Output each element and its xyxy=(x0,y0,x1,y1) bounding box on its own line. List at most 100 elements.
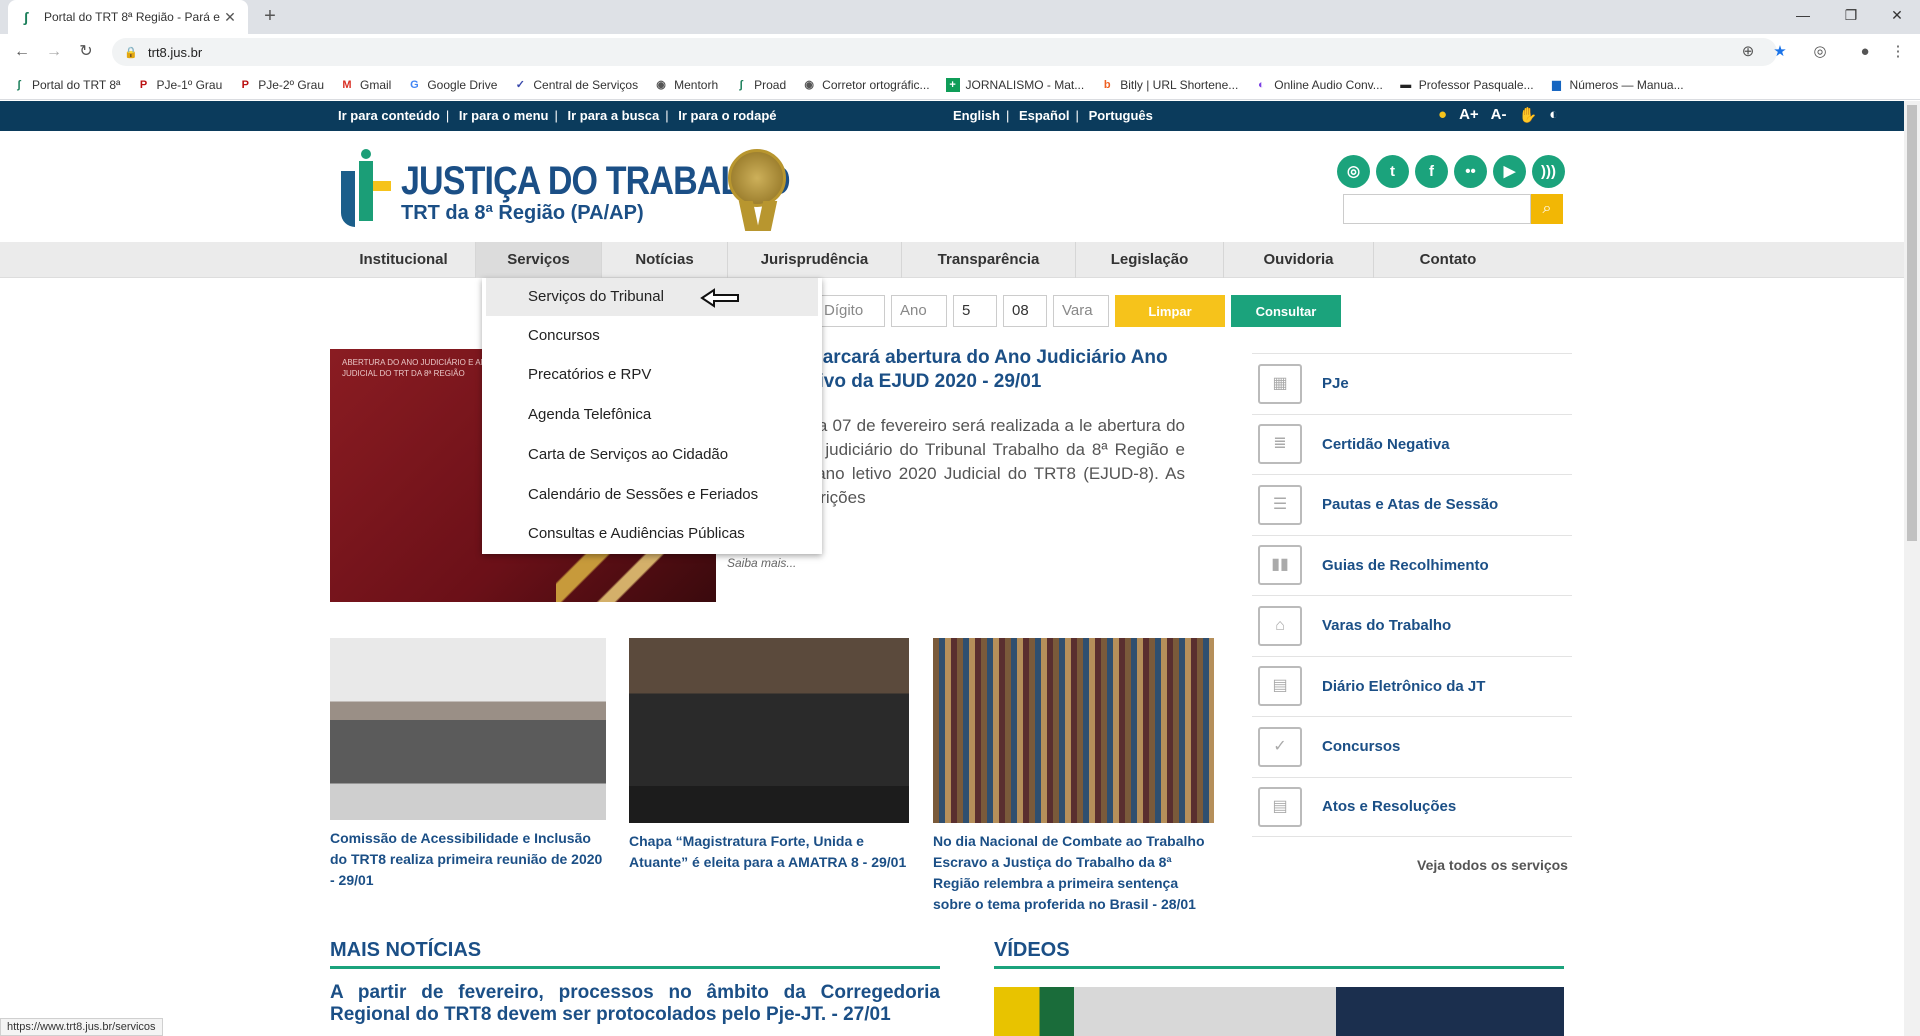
reload-icon[interactable]: ↻ xyxy=(74,40,98,64)
site-search: ⌕ xyxy=(1343,194,1563,224)
close-tab-icon[interactable]: ✕ xyxy=(222,9,238,26)
bookmark-item[interactable]: ✓ Central de Serviços xyxy=(513,78,638,92)
site-search-input[interactable] xyxy=(1343,194,1531,224)
quality-seal-icon xyxy=(728,149,788,235)
document-icon: ▤ xyxy=(1258,786,1302,827)
clear-button[interactable]: Limpar xyxy=(1115,295,1225,327)
globe-icon: ◉ xyxy=(656,78,666,91)
bookmark-item[interactable]: ▆ Números — Manua... xyxy=(1550,78,1683,92)
trt-icon: ʃ xyxy=(17,78,21,91)
scrollbar-thumb[interactable] xyxy=(1907,105,1917,541)
restore-icon[interactable]: ❐ xyxy=(1828,0,1874,30)
skip-to-menu-link[interactable]: Ir para o menu xyxy=(459,108,549,123)
back-icon[interactable]: ← xyxy=(10,40,34,64)
dropdown-concursos[interactable]: Concursos xyxy=(482,317,822,355)
dropdown-carta-servicos[interactable]: Carta de Serviços ao Cidadão xyxy=(482,436,822,474)
nav-legislacao[interactable]: Legislação xyxy=(1076,242,1224,278)
font-increase-button[interactable]: A+ xyxy=(1459,106,1479,124)
font-decrease-button[interactable]: A- xyxy=(1491,106,1507,124)
lang-spanish[interactable]: Español xyxy=(1019,108,1070,123)
facebook-icon[interactable]: f xyxy=(1415,155,1448,188)
browser-tab[interactable]: ʃ Portal do TRT 8ª Região - Pará e ... ✕ xyxy=(8,0,248,34)
nav-jurisprudencia[interactable]: Jurisprudência xyxy=(728,242,902,278)
bookmark-item[interactable]: + JORNALISMO - Mat... xyxy=(945,77,1084,92)
service-item[interactable]: ⌂ Varas do Trabalho xyxy=(1252,595,1572,656)
extension-icon[interactable]: ◎ xyxy=(1808,40,1832,64)
service-item[interactable]: ▤ Diário Eletrônico da JT xyxy=(1252,655,1572,717)
bookmark-item[interactable]: ◐ Online Audio Conv... xyxy=(1254,78,1383,92)
info-icon[interactable]: ● xyxy=(1438,106,1447,124)
nav-servicos[interactable]: Serviços xyxy=(476,242,602,278)
youtube-icon[interactable]: ▶ xyxy=(1493,155,1526,188)
building-icon: ⌂ xyxy=(1258,605,1302,646)
zoom-icon[interactable]: ⊕ xyxy=(1736,40,1760,64)
rss-icon[interactable]: ))) xyxy=(1532,155,1565,188)
nav-transparencia[interactable]: Transparência xyxy=(902,242,1076,278)
service-item[interactable]: ▤ Atos e Resoluções xyxy=(1252,776,1572,837)
read-more-link[interactable]: Saiba mais... xyxy=(727,556,796,570)
bookmark-item[interactable]: ◉ Corretor ortográfic... xyxy=(802,78,929,92)
profile-avatar-icon[interactable]: ● xyxy=(1853,40,1877,64)
service-item[interactable]: ✓ Concursos xyxy=(1252,716,1572,777)
service-item[interactable]: ▦ PJe xyxy=(1252,353,1572,414)
bookmark-item[interactable]: ʃ Portal do TRT 8ª xyxy=(12,78,120,92)
sign-language-icon[interactable]: ✋ xyxy=(1518,106,1537,124)
featured-news-title[interactable]: e marcará abertura do Ano Judiciário Ano… xyxy=(790,346,1210,394)
lock-icon: 🔒 xyxy=(124,46,138,59)
contrast-icon[interactable]: ◐ xyxy=(1549,106,1558,124)
vara-field[interactable]: Vara xyxy=(1053,295,1109,327)
news-card[interactable]: Chapa “Magistratura Forte, Unida e Atuan… xyxy=(629,638,909,873)
bitly-icon: b xyxy=(1103,78,1111,91)
bookmark-item[interactable]: ▬ Professor Pasquale... xyxy=(1399,78,1533,92)
instagram-icon[interactable]: ◎ xyxy=(1337,155,1370,188)
dropdown-servicos-tribunal[interactable]: Serviços do Tribunal xyxy=(486,278,818,316)
search-icon[interactable]: ⌕ xyxy=(1531,194,1563,224)
forward-icon[interactable]: → xyxy=(42,40,66,64)
skip-to-content-link[interactable]: Ir para conteúdo xyxy=(338,108,440,123)
more-news-title[interactable]: A partir de fevereiro, processos no âmbi… xyxy=(330,982,940,1026)
nav-contato[interactable]: Contato xyxy=(1374,242,1522,278)
flickr-icon[interactable]: •• xyxy=(1454,155,1487,188)
news-caption: Comissão de Acessibilidade e Inclusão do… xyxy=(330,830,603,888)
ano-field[interactable]: Ano xyxy=(891,295,947,327)
lang-english[interactable]: English xyxy=(953,108,1000,123)
justica-field[interactable]: 5 xyxy=(953,295,997,327)
lang-portuguese[interactable]: Português xyxy=(1089,108,1153,123)
bookmark-item[interactable]: ʃ Proad xyxy=(734,78,786,92)
nav-institucional[interactable]: Institucional xyxy=(332,242,476,278)
nav-ouvidoria[interactable]: Ouvidoria xyxy=(1224,242,1374,278)
digito-field[interactable]: Dígito xyxy=(815,295,885,327)
bookmark-item[interactable]: b Bitly | URL Shortene... xyxy=(1100,78,1238,92)
service-item[interactable]: ☰ Pautas e Atas de Sessão xyxy=(1252,474,1572,535)
page-scrollbar[interactable] xyxy=(1904,101,1920,1036)
window-close-icon[interactable]: ✕ xyxy=(1874,0,1920,30)
news-card[interactable]: No dia Nacional de Combate ao Trabalho E… xyxy=(933,638,1214,915)
dropdown-consultas[interactable]: Consultas e Audiências Públicas xyxy=(482,515,822,553)
bookmark-star-icon[interactable]: ★ xyxy=(1768,40,1792,64)
news-card[interactable]: Comissão de Acessibilidade e Inclusão do… xyxy=(330,638,606,891)
tribunal-field[interactable]: 08 xyxy=(1003,295,1047,327)
twitter-icon[interactable]: t xyxy=(1376,155,1409,188)
dropdown-calendario[interactable]: Calendário de Sessões e Feriados xyxy=(482,476,822,514)
minimize-icon[interactable]: — xyxy=(1780,0,1826,30)
bookmark-item[interactable]: G Google Drive xyxy=(407,78,497,92)
dropdown-precatorios[interactable]: Precatórios e RPV xyxy=(482,356,822,394)
bookmark-item[interactable]: P PJe-2º Grau xyxy=(238,78,324,92)
nav-noticias[interactable]: Notícias xyxy=(602,242,728,278)
menu-kebab-icon[interactable]: ⋮ xyxy=(1886,40,1910,64)
address-bar[interactable]: 🔒 trt8.jus.br xyxy=(112,38,1777,66)
skip-to-search-link[interactable]: Ir para a busca xyxy=(567,108,659,123)
bookmark-item[interactable]: ◉ Mentorh xyxy=(654,78,718,92)
service-item[interactable]: ▮▮ Guias de Recolhimento xyxy=(1252,534,1572,596)
dropdown-agenda[interactable]: Agenda Telefônica xyxy=(482,396,822,434)
logo-mark-icon xyxy=(335,149,393,235)
service-item[interactable]: ≣ Certidão Negativa xyxy=(1252,413,1572,475)
see-all-services-link[interactable]: Veja todos os serviços xyxy=(1417,857,1568,873)
gmail-icon: M xyxy=(342,78,352,91)
bookmark-item[interactable]: M Gmail xyxy=(340,78,391,92)
skip-to-footer-link[interactable]: Ir para o rodapé xyxy=(678,108,776,123)
bookmark-item[interactable]: P PJe-1º Grau xyxy=(137,78,222,92)
new-tab-icon[interactable]: + xyxy=(258,4,282,28)
video-thumbnail[interactable] xyxy=(994,987,1564,1036)
consult-button[interactable]: Consultar xyxy=(1231,295,1341,327)
